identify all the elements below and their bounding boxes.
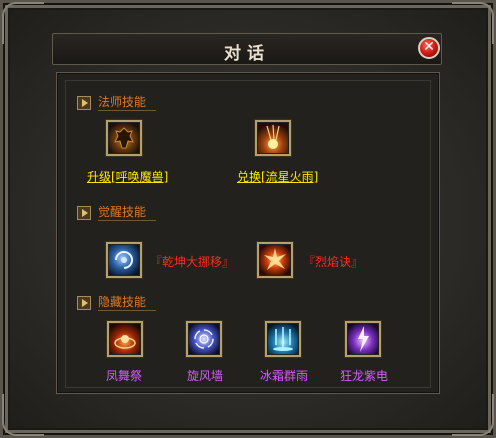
skill-link-teleport[interactable]: 『乾坤大挪移』 <box>150 253 234 270</box>
meteor-rain-icon[interactable] <box>255 120 291 156</box>
skill-link-phoenix-dance[interactable]: 凤舞祭 <box>106 367 142 384</box>
expand-arrow-icon[interactable] <box>77 296 91 310</box>
close-icon[interactable]: ✕ <box>418 37 440 59</box>
skill-link-exchange-meteor[interactable]: 兑换[流星火雨] <box>237 168 318 185</box>
expand-arrow-icon[interactable] <box>77 96 91 110</box>
expand-arrow-icon[interactable] <box>77 206 91 220</box>
title-bar: 对话 <box>52 33 442 65</box>
skill-link-purple-lightning[interactable]: 狂龙紫电 <box>340 367 388 384</box>
frame-corner-ornament <box>452 2 494 44</box>
frame-corner-ornament <box>452 394 494 436</box>
flame-burst-icon[interactable] <box>257 242 293 278</box>
section-label: 觉醒技能 <box>98 205 157 221</box>
whirlwind-wall-icon[interactable] <box>186 321 222 357</box>
teleport-spiral-icon[interactable] <box>106 242 142 278</box>
beast-summon-icon[interactable] <box>106 120 142 156</box>
section-label: 法师技能 <box>98 95 157 111</box>
section-mage-skills[interactable]: 法师技能 <box>77 95 157 111</box>
phoenix-dance-icon[interactable] <box>107 321 143 357</box>
frost-rain-icon[interactable] <box>265 321 301 357</box>
skill-link-whirlwind-wall[interactable]: 旋风墙 <box>187 367 223 384</box>
skill-link-flame[interactable]: 『烈焰诀』 <box>303 253 363 270</box>
section-awaken-skills[interactable]: 觉醒技能 <box>77 205 157 221</box>
frame-corner-ornament <box>2 394 44 436</box>
dialog-title: 对话 <box>224 44 270 64</box>
section-hidden-skills[interactable]: 隐藏技能 <box>77 295 157 311</box>
skill-link-upgrade-beast[interactable]: 升级[呼唤魔兽] <box>87 168 168 185</box>
section-label: 隐藏技能 <box>98 295 157 311</box>
frame-corner-ornament <box>2 2 44 44</box>
skill-link-frost-rain[interactable]: 冰霜群雨 <box>260 367 308 384</box>
purple-lightning-icon[interactable] <box>345 321 381 357</box>
